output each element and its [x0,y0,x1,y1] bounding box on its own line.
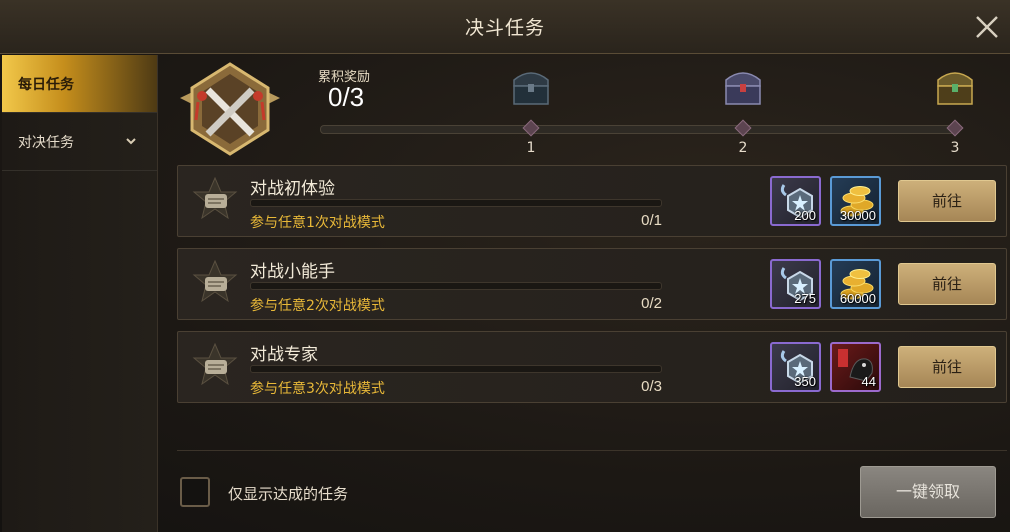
task-title: 对战专家 [250,345,318,365]
reward-item[interactable]: 350 [770,342,821,392]
scroll-quest-icon [192,342,238,386]
milestone-chest-3[interactable] [932,64,982,108]
reward-item[interactable]: 200 [770,176,821,226]
milestone-number-2: 2 [738,140,748,156]
sidebar-item-label: 对决任务 [18,134,74,151]
close-button[interactable] [972,12,1002,42]
sidebar-item-duel-tasks[interactable]: 对决任务 [2,113,157,171]
sidebar-item-label: 每日任务 [18,76,74,93]
sidebar-item-daily-tasks[interactable]: 每日任务 [2,55,157,113]
task-row: 对战初体验 参与任意1次对战模式 0/1 200 30000 前往 [177,165,1007,237]
reward-quantity: 44 [861,374,876,389]
task-description: 参与任意1次对战模式 [250,215,385,231]
task-count: 0/3 [641,378,662,395]
task-row: 对战专家 参与任意3次对战模式 0/3 350 44 前往 [177,331,1007,403]
gold-chest-icon [937,72,973,105]
task-description: 参与任意2次对战模式 [250,298,385,314]
milestone-chest-2[interactable] [720,64,770,108]
reward-quantity: 30000 [839,208,876,223]
window-title: 决斗任务 [464,17,545,39]
reward-item[interactable]: 30000 [830,176,881,226]
footer-divider [177,450,1007,451]
task-title: 对战初体验 [250,179,335,199]
task-progress-bar [250,282,662,290]
chevron-down-icon [126,138,136,145]
task-count: 0/1 [641,212,662,229]
accumulated-reward-area: 累积奖励 0/3 1 2 3 [160,56,1000,160]
reward-item[interactable]: 60000 [830,259,881,309]
task-description: 参与任意3次对战模式 [250,381,385,397]
window-header: 决斗任务 [0,0,1010,54]
milestone-chest-1[interactable] [508,64,558,108]
task-progress-bar [250,365,662,373]
accumulated-progress-bar [320,125,960,134]
task-title: 对战小能手 [250,262,335,282]
duel-medal-icon [180,62,280,156]
task-progress-bar [250,199,662,207]
scroll-quest-icon [192,259,238,303]
reward-quantity: 275 [794,291,816,306]
duel-task-window: 决斗任务 每日任务 对决任务 累积奖励 0/3 1 2 3 对战初体验 参与任意… [0,0,1010,532]
scroll-quest-icon [192,176,238,220]
milestone-number-3: 3 [950,140,960,156]
reward-quantity: 200 [794,208,816,223]
task-row: 对战小能手 参与任意2次对战模式 0/2 275 60000 前往 [177,248,1007,320]
reward-quantity: 350 [794,374,816,389]
go-button[interactable]: 前往 [898,180,996,222]
close-icon [976,16,998,38]
dark-chest-icon [513,72,549,105]
accumulated-reward-value: 0/3 [328,82,365,112]
show-completed-checkbox[interactable] [180,477,210,507]
reward-item[interactable]: 44 [830,342,881,392]
reward-item[interactable]: 275 [770,259,821,309]
milestone-number-1: 1 [526,140,536,156]
show-completed-label: 仅显示达成的任务 [228,485,349,503]
go-button[interactable]: 前往 [898,346,996,388]
task-count: 0/2 [641,295,662,312]
sidebar: 每日任务 对决任务 [2,55,158,532]
reward-quantity: 60000 [839,291,876,306]
go-button[interactable]: 前往 [898,263,996,305]
steel-chest-icon [725,72,761,105]
claim-all-button[interactable]: 一键领取 [860,466,996,518]
